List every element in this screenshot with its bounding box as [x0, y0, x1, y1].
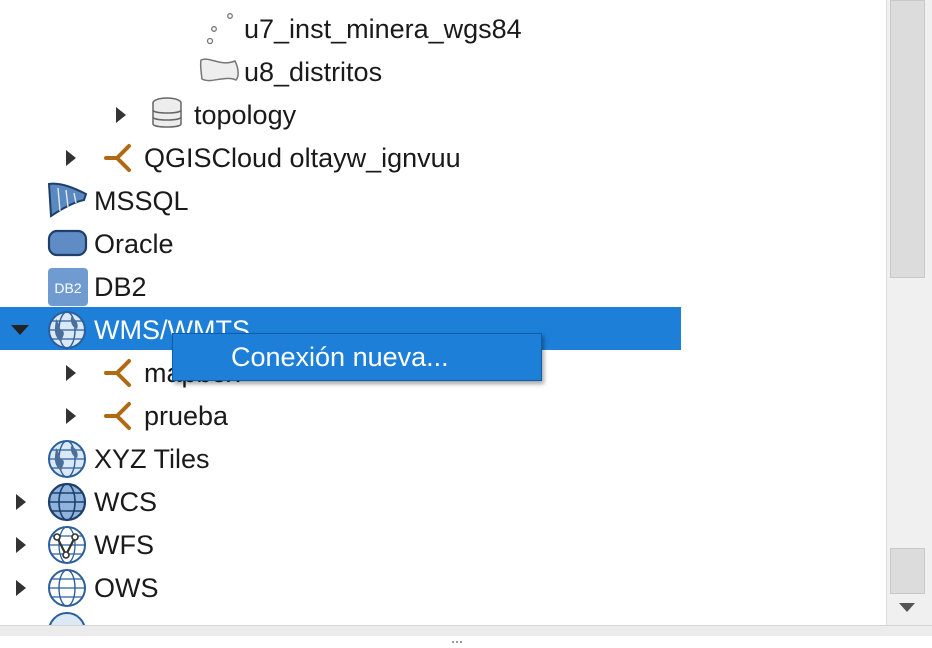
- wcs-item[interactable]: WCS: [0, 481, 886, 524]
- oracle-item[interactable]: Oracle: [0, 223, 886, 266]
- wfs-item[interactable]: WFS: [0, 524, 886, 567]
- item-label: XYZ Tiles: [94, 444, 210, 474]
- item-label: WFS: [94, 530, 154, 560]
- expand-arrow-icon[interactable]: [10, 524, 30, 567]
- scroll-down-icon[interactable]: [887, 592, 932, 625]
- point-layer-icon: [200, 8, 242, 51]
- scrollbar-track-upper[interactable]: [890, 0, 925, 278]
- new-connection-menu-item[interactable]: Conexión nueva...: [173, 334, 541, 380]
- tree-row-partial-bottom[interactable]: [0, 610, 886, 625]
- expand-arrow-icon[interactable]: [60, 395, 80, 438]
- item-label: MSSQL: [94, 186, 189, 216]
- polygon-layer-icon: [198, 51, 240, 94]
- item-label: WCS: [94, 487, 157, 517]
- bottom-splitter[interactable]: [0, 625, 932, 636]
- item-label: prueba: [144, 401, 229, 431]
- expand-arrow-icon[interactable]: [110, 94, 130, 137]
- prueba-item[interactable]: prueba: [0, 395, 886, 438]
- db2-item[interactable]: DB2 DB2: [0, 266, 886, 309]
- browser-tree: u7_inst_minera_wgs84 u8_distritos topolo…: [0, 0, 886, 625]
- splitter-grip-icon[interactable]: [452, 630, 466, 643]
- item-label: topology: [194, 100, 297, 130]
- wcs-globe-icon: [46, 481, 88, 524]
- oracle-icon: [46, 223, 88, 266]
- wfs-globe-icon: [46, 524, 88, 567]
- mssql-item[interactable]: MSSQL: [0, 180, 886, 223]
- connection-icon: [100, 352, 142, 395]
- item-label: u7_inst_minera_wgs84: [244, 14, 522, 44]
- connection-icon: [100, 137, 142, 180]
- topology-item[interactable]: topology: [0, 94, 886, 137]
- u7-inst-minera-item[interactable]: u7_inst_minera_wgs84: [0, 8, 886, 51]
- connection-icon: [100, 395, 142, 438]
- globe-icon: [46, 438, 88, 481]
- expand-arrow-icon[interactable]: [10, 567, 30, 610]
- mssql-icon: [46, 180, 88, 223]
- item-label: u8_distritos: [244, 57, 383, 87]
- ows-globe-icon: [46, 567, 88, 610]
- collapse-arrow-icon[interactable]: [10, 309, 30, 352]
- db2-icon: DB2: [46, 266, 88, 309]
- svg-text:DB2: DB2: [54, 280, 81, 296]
- u8-distritos-item[interactable]: u8_distritos: [0, 51, 886, 94]
- item-label: Oracle: [94, 229, 174, 259]
- globe-icon: [46, 610, 88, 625]
- item-label: OWS: [94, 573, 159, 603]
- database-schema-icon: [148, 94, 190, 137]
- expand-arrow-icon[interactable]: [10, 481, 30, 524]
- expand-arrow-icon[interactable]: [60, 137, 80, 180]
- item-label: DB2: [94, 272, 147, 302]
- scrollbar-thumb[interactable]: [890, 548, 925, 594]
- item-label: QGISCloud oltayw_ignvuu: [144, 143, 461, 173]
- xyz-tiles-item[interactable]: XYZ Tiles: [0, 438, 886, 481]
- context-menu: Conexión nueva...: [172, 333, 542, 381]
- globe-icon: [46, 309, 88, 352]
- ows-item[interactable]: OWS: [0, 567, 886, 610]
- vertical-scrollbar[interactable]: [886, 0, 932, 625]
- expand-arrow-icon[interactable]: [60, 352, 80, 395]
- qgiscloud-item[interactable]: QGISCloud oltayw_ignvuu: [0, 137, 886, 180]
